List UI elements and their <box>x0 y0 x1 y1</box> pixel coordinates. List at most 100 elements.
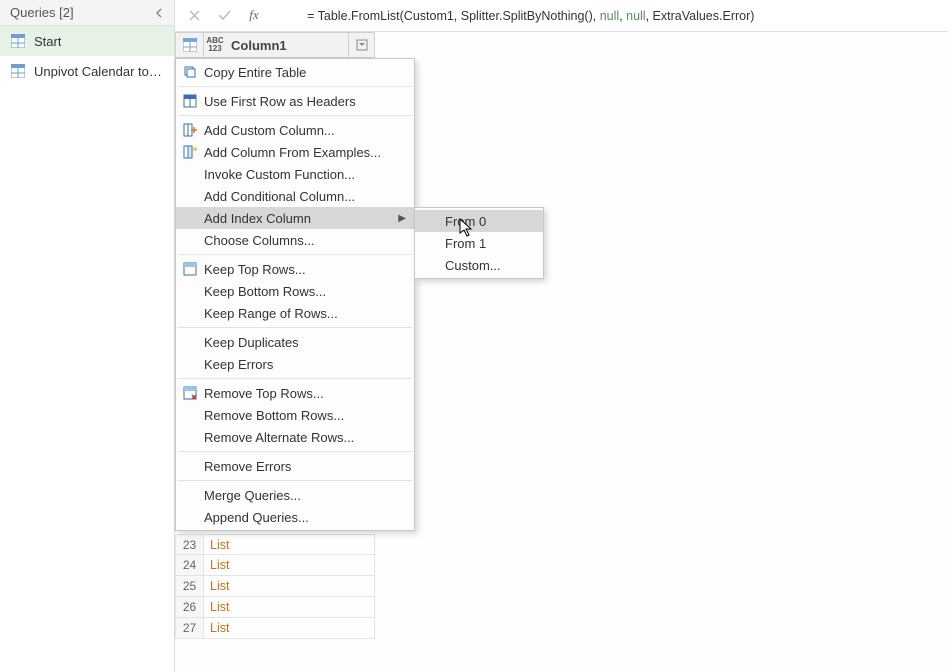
formula-suffix: , ExtraValues.Error) <box>646 9 755 23</box>
menu-separator <box>178 86 412 87</box>
fx-icon[interactable]: fx <box>241 4 267 28</box>
blank-icon <box>176 331 204 353</box>
column-name[interactable]: Column1 <box>226 38 348 53</box>
menu-item-add-custom-column[interactable]: Add Custom Column... <box>176 119 414 141</box>
removerows-icon <box>176 382 204 404</box>
menu-separator <box>178 451 412 452</box>
menu-item-keep-duplicates[interactable]: Keep Duplicates <box>176 331 414 353</box>
menu-item-label: Keep Errors <box>204 357 406 372</box>
menu-item-label: Remove Top Rows... <box>204 386 406 401</box>
row-index: 24 <box>176 555 204 575</box>
menu-item-add-index-column[interactable]: Add Index Column▶ <box>176 207 414 229</box>
menu-item-remove-top-rows[interactable]: Remove Top Rows... <box>176 382 414 404</box>
menu-separator <box>178 327 412 328</box>
blank-icon <box>176 353 204 375</box>
queries-panel: Queries [2] Start Unpivot Calendar to T..… <box>0 0 175 672</box>
headers-icon <box>176 90 204 112</box>
menu-item-append-queries[interactable]: Append Queries... <box>176 506 414 528</box>
menu-item-invoke-custom-function[interactable]: Invoke Custom Function... <box>176 163 414 185</box>
queries-header[interactable]: Queries [2] <box>0 0 174 26</box>
query-item-1[interactable]: Unpivot Calendar to T... <box>0 56 174 86</box>
blank-icon <box>176 163 204 185</box>
menu-item-use-first-row-as-headers[interactable]: Use First Row as Headers <box>176 90 414 112</box>
cancel-formula-icon[interactable] <box>181 4 207 28</box>
menu-item-label: Add Index Column <box>204 211 398 226</box>
menu-item-label: Remove Bottom Rows... <box>204 408 406 423</box>
submenu: From 0From 1Custom... <box>414 207 544 279</box>
blank-icon <box>176 207 204 229</box>
menu-item-merge-queries[interactable]: Merge Queries... <box>176 484 414 506</box>
blank-icon <box>176 484 204 506</box>
menu-item-label: Keep Range of Rows... <box>204 306 406 321</box>
menu-item-keep-errors[interactable]: Keep Errors <box>176 353 414 375</box>
menu-item-label: Keep Bottom Rows... <box>204 284 406 299</box>
blank-icon <box>176 404 204 426</box>
submenu-item-from-1[interactable]: From 1 <box>415 232 543 254</box>
row-index: 23 <box>176 535 204 554</box>
column-filter-icon[interactable] <box>348 33 374 57</box>
column-header[interactable]: ABC 123 Column1 <box>175 32 375 58</box>
row-value[interactable]: List <box>204 535 374 554</box>
formula-null1: null <box>600 9 619 23</box>
row-value[interactable]: List <box>204 597 374 617</box>
menu-item-keep-top-rows[interactable]: Keep Top Rows... <box>176 258 414 280</box>
menu-item-keep-range-of-rows[interactable]: Keep Range of Rows... <box>176 302 414 324</box>
table-row[interactable]: 26List <box>175 597 375 618</box>
formula-text-seg: = Table.FromList(Custom1, Splitter.Split… <box>307 9 600 23</box>
collapse-chevron-icon[interactable] <box>154 8 164 18</box>
row-index: 27 <box>176 618 204 638</box>
table-icon <box>10 33 26 49</box>
toprows-icon <box>176 258 204 280</box>
row-value[interactable]: List <box>204 555 374 575</box>
addcol-icon <box>176 119 204 141</box>
row-index: 26 <box>176 597 204 617</box>
submenu-item-custom[interactable]: Custom... <box>415 254 543 276</box>
menu-item-add-conditional-column[interactable]: Add Conditional Column... <box>176 185 414 207</box>
menu-item-remove-bottom-rows[interactable]: Remove Bottom Rows... <box>176 404 414 426</box>
formula-bar: fx = Table.FromList(Custom1, Splitter.Sp… <box>175 0 948 32</box>
table-row[interactable]: 27List <box>175 618 375 639</box>
type-123: 123 <box>208 45 221 53</box>
menu-item-label: Keep Top Rows... <box>204 262 406 277</box>
menu-item-remove-errors[interactable]: Remove Errors <box>176 455 414 477</box>
table-row[interactable]: 24List <box>175 555 375 576</box>
table-row[interactable]: 23List <box>175 534 375 555</box>
blank-icon <box>176 455 204 477</box>
table-row[interactable]: 25List <box>175 576 375 597</box>
row-value[interactable]: List <box>204 618 374 638</box>
query-item-label: Unpivot Calendar to T... <box>34 64 164 79</box>
submenu-item-from-0[interactable]: From 0 <box>415 210 543 232</box>
menu-item-remove-alternate-rows[interactable]: Remove Alternate Rows... <box>176 426 414 448</box>
menu-item-label: Remove Alternate Rows... <box>204 430 406 445</box>
menu-item-label: Remove Errors <box>204 459 406 474</box>
query-item-label: Start <box>34 34 61 49</box>
menu-item-add-column-from-examples[interactable]: Add Column From Examples... <box>176 141 414 163</box>
blank-icon <box>176 302 204 324</box>
queries-title: Queries [2] <box>10 5 74 20</box>
row-index: 25 <box>176 576 204 596</box>
menu-item-label: Append Queries... <box>204 510 406 525</box>
copy-icon <box>176 61 204 83</box>
formula-null2: null <box>626 9 645 23</box>
row-value[interactable]: List <box>204 576 374 596</box>
menu-item-label: Merge Queries... <box>204 488 406 503</box>
menu-separator <box>178 378 412 379</box>
menu-item-copy-entire-table[interactable]: Copy Entire Table <box>176 61 414 83</box>
menu-item-label: Copy Entire Table <box>204 65 406 80</box>
menu-item-choose-columns[interactable]: Choose Columns... <box>176 229 414 251</box>
menu-item-label: Keep Duplicates <box>204 335 406 350</box>
blank-icon <box>176 280 204 302</box>
table-icon <box>10 63 26 79</box>
context-menu: Copy Entire Table Use First Row as Header… <box>175 58 415 531</box>
query-item-0[interactable]: Start <box>0 26 174 56</box>
commit-formula-icon[interactable] <box>211 4 237 28</box>
table-corner-icon[interactable] <box>176 33 204 57</box>
menu-item-label: Add Custom Column... <box>204 123 406 138</box>
menu-item-label: Add Column From Examples... <box>204 145 406 160</box>
blank-icon <box>176 229 204 251</box>
data-rows: 23List24List25List26List27List <box>175 534 375 639</box>
data-type-icon[interactable]: ABC 123 <box>204 33 226 57</box>
blank-icon <box>176 506 204 528</box>
menu-item-keep-bottom-rows[interactable]: Keep Bottom Rows... <box>176 280 414 302</box>
menu-item-label: Use First Row as Headers <box>204 94 406 109</box>
